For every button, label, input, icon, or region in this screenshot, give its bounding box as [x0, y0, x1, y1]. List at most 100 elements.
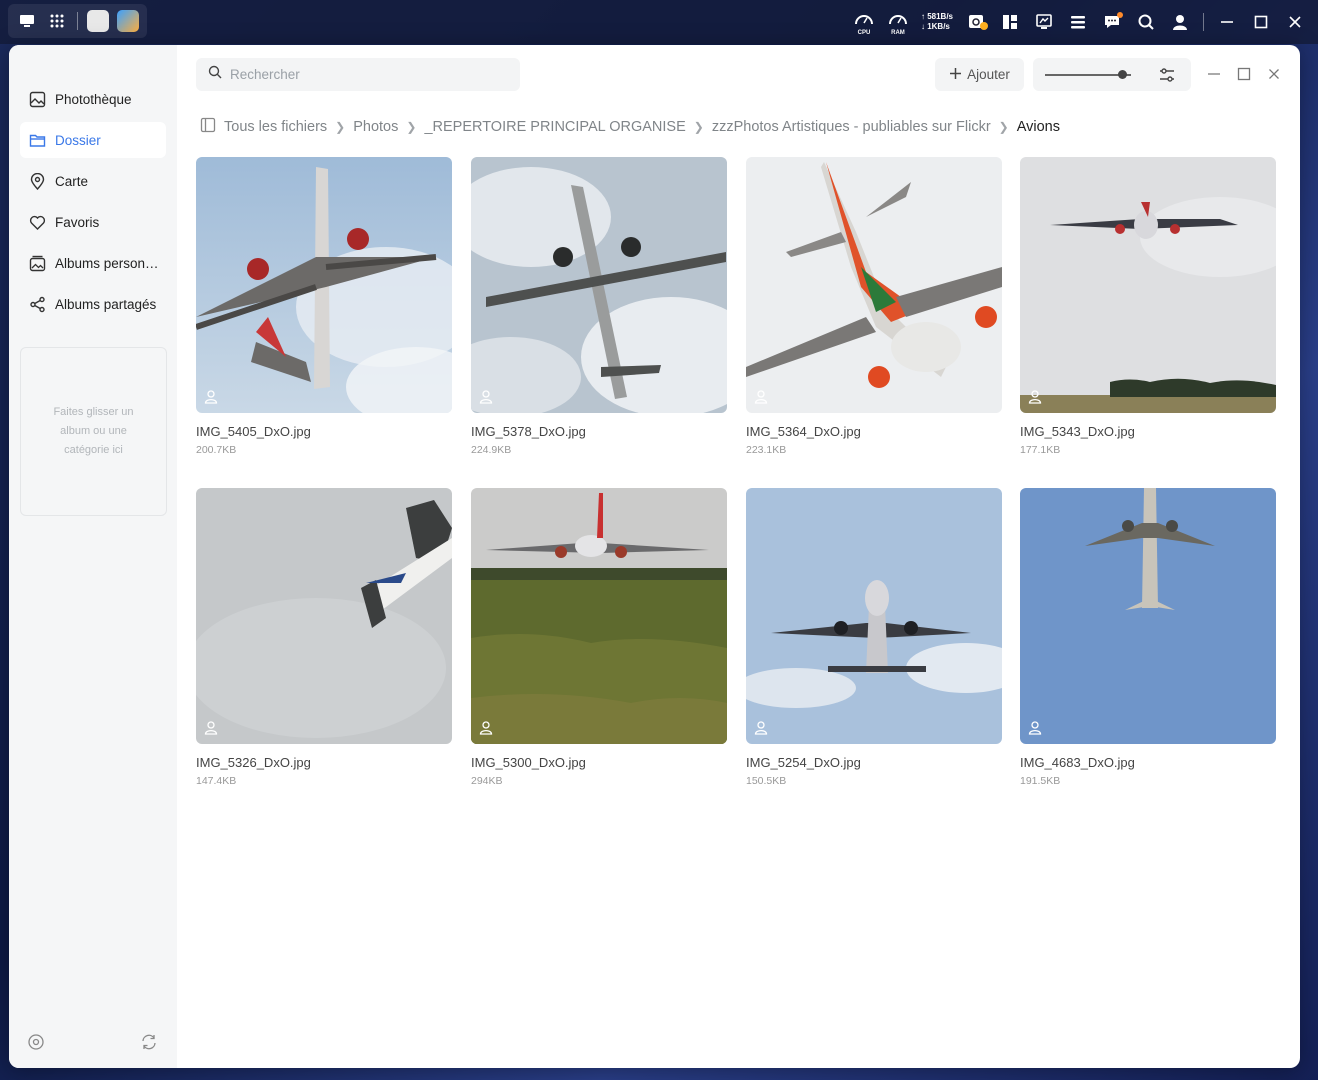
sidebar-item-phototheque[interactable]: Photothèque — [20, 81, 166, 117]
map-pin-icon — [28, 172, 46, 190]
folder-icon — [28, 131, 46, 149]
ram-gauge-icon[interactable]: RAM — [887, 11, 909, 36]
plus-icon — [949, 67, 962, 83]
photo-thumbnail[interactable] — [471, 157, 727, 413]
photo-filesize: 294KB — [471, 775, 503, 787]
shared-user-icon — [204, 720, 220, 736]
photo-filename: IMG_5254_DxO.jpg — [746, 755, 861, 770]
refresh-icon[interactable] — [140, 1033, 158, 1051]
photo-thumbnail[interactable] — [196, 488, 452, 744]
zoom-slider-handle[interactable] — [1117, 70, 1127, 79]
window-minimize-icon[interactable] — [1205, 65, 1223, 83]
sidebar-item-label: Favoris — [55, 214, 100, 230]
window-close-icon[interactable] — [1265, 65, 1283, 83]
photo-thumbnail[interactable] — [1020, 157, 1276, 413]
photo-thumbnail[interactable] — [746, 488, 1002, 744]
album-icon — [28, 254, 46, 272]
photo-filesize: 223.1KB — [746, 444, 787, 456]
breadcrumb-item[interactable]: _REPERTOIRE PRINCIPAL ORGANISE — [424, 119, 685, 135]
app-tile-1[interactable] — [85, 8, 111, 34]
minimize-icon[interactable] — [1216, 11, 1238, 33]
notification-badge — [1117, 12, 1123, 18]
sync-icon[interactable] — [965, 11, 988, 33]
desktop-icon[interactable] — [14, 8, 40, 34]
album-dropzone[interactable]: Faites glisser un album ou une catégorie… — [20, 347, 167, 516]
breadcrumb-item[interactable]: Photos — [353, 119, 398, 135]
sidebar-item-dossier[interactable]: Dossier — [20, 122, 166, 158]
tasks-icon[interactable] — [1067, 11, 1089, 33]
heart-icon — [28, 213, 46, 231]
chat-icon[interactable] — [1101, 11, 1123, 33]
airplane-photo — [1020, 157, 1276, 413]
photo-thumbnail[interactable] — [471, 488, 727, 744]
add-button[interactable]: Ajouter — [935, 58, 1024, 91]
photo-card[interactable]: IMG_5343_DxO.jpg 177.1KB — [1020, 157, 1276, 456]
sidebar-item-albums-partages[interactable]: Albums partagés — [20, 286, 166, 322]
sidebar-item-label: Albums person… — [55, 255, 159, 271]
photo-card[interactable]: IMG_5300_DxO.jpg 294KB — [471, 488, 727, 787]
sidebar-item-carte[interactable]: Carte — [20, 163, 166, 199]
search-bar[interactable] — [196, 58, 520, 91]
photo-filename: IMG_5364_DxO.jpg — [746, 424, 861, 439]
search-input[interactable] — [230, 67, 500, 82]
app-tile-2[interactable] — [115, 8, 141, 34]
monitor-icon[interactable] — [1033, 11, 1055, 33]
photos-app-window: Photothèque Dossier Carte Favoris Albums… — [9, 45, 1300, 1068]
search-icon — [208, 65, 222, 84]
photo-card[interactable]: IMG_5405_DxO.jpg 200.7KB — [196, 157, 452, 456]
user-icon[interactable] — [1169, 11, 1191, 33]
panel-icon[interactable] — [999, 11, 1021, 33]
shared-user-icon — [204, 389, 220, 405]
maximize-icon[interactable] — [1250, 11, 1272, 33]
photo-filename: IMG_5343_DxO.jpg — [1020, 424, 1135, 439]
breadcrumb-item[interactable]: zzzPhotos Artistiques - publiables sur F… — [712, 119, 991, 135]
airplane-photo — [746, 488, 1002, 744]
sidebar-item-favoris[interactable]: Favoris — [20, 204, 166, 240]
photo-card[interactable]: IMG_5378_DxO.jpg 224.9KB — [471, 157, 727, 456]
close-icon[interactable] — [1284, 11, 1306, 33]
photo-filename: IMG_5326_DxO.jpg — [196, 755, 311, 770]
photo-thumbnail[interactable] — [1020, 488, 1276, 744]
photo-card[interactable]: IMG_5254_DxO.jpg 150.5KB — [746, 488, 1002, 787]
filter-settings-icon[interactable] — [1157, 65, 1177, 85]
photo-filesize: 147.4KB — [196, 775, 237, 787]
taskbar-separator — [77, 12, 78, 30]
network-speed: ↑ 581B/s ↓ 1KB/s — [921, 12, 953, 32]
airplane-photo — [746, 157, 1002, 413]
apps-grid-icon[interactable] — [44, 8, 70, 34]
photo-filesize: 150.5KB — [746, 775, 787, 787]
photo-filename: IMG_5405_DxO.jpg — [196, 424, 311, 439]
cpu-gauge-icon[interactable]: CPU — [853, 11, 875, 36]
sidebar-item-label: Photothèque — [55, 91, 132, 107]
sidebar-toggle-icon[interactable] — [200, 117, 216, 137]
photo-thumbnail[interactable] — [196, 157, 452, 413]
share-icon — [28, 295, 46, 313]
breadcrumb: Tous les fichiers ❯ Photos ❯ _REPERTOIRE… — [200, 117, 1060, 137]
search-icon[interactable] — [1135, 11, 1157, 33]
sidebar-item-albums-personnels[interactable]: Albums person… — [20, 245, 166, 281]
photo-card[interactable]: IMG_5364_DxO.jpg 223.1KB — [746, 157, 1002, 456]
sidebar-item-label: Albums partagés — [55, 296, 157, 312]
photo-library-icon — [28, 90, 46, 108]
breadcrumb-item[interactable]: Tous les fichiers — [224, 119, 327, 135]
airplane-photo — [196, 157, 452, 413]
sidebar-nav: Photothèque Dossier Carte Favoris Albums… — [20, 81, 166, 327]
upload-speed: ↑ 581B/s — [920, 12, 953, 21]
photo-filename: IMG_5378_DxO.jpg — [471, 424, 586, 439]
photo-thumbnail[interactable] — [746, 157, 1002, 413]
add-button-label: Ajouter — [967, 67, 1010, 82]
photo-filesize: 200.7KB — [196, 444, 237, 456]
photo-card[interactable]: IMG_5326_DxO.jpg 147.4KB — [196, 488, 452, 787]
photo-card[interactable]: IMG_4683_DxO.jpg 191.5KB — [1020, 488, 1276, 787]
window-maximize-icon[interactable] — [1235, 65, 1253, 83]
dropzone-text: Faites glisser un album ou une catégorie… — [53, 406, 134, 456]
shared-user-icon — [754, 389, 770, 405]
photo-filesize: 224.9KB — [471, 444, 512, 456]
chevron-right-icon: ❯ — [998, 120, 1009, 134]
airplane-photo — [471, 488, 727, 744]
breadcrumb-current: Avions — [1016, 119, 1060, 135]
chevron-right-icon: ❯ — [693, 120, 704, 134]
download-speed: ↓ 1KB/s — [920, 22, 950, 31]
settings-icon[interactable] — [27, 1033, 45, 1051]
system-taskbar: CPU RAM ↑ 581B/s ↓ 1KB/s — [0, 0, 1318, 44]
